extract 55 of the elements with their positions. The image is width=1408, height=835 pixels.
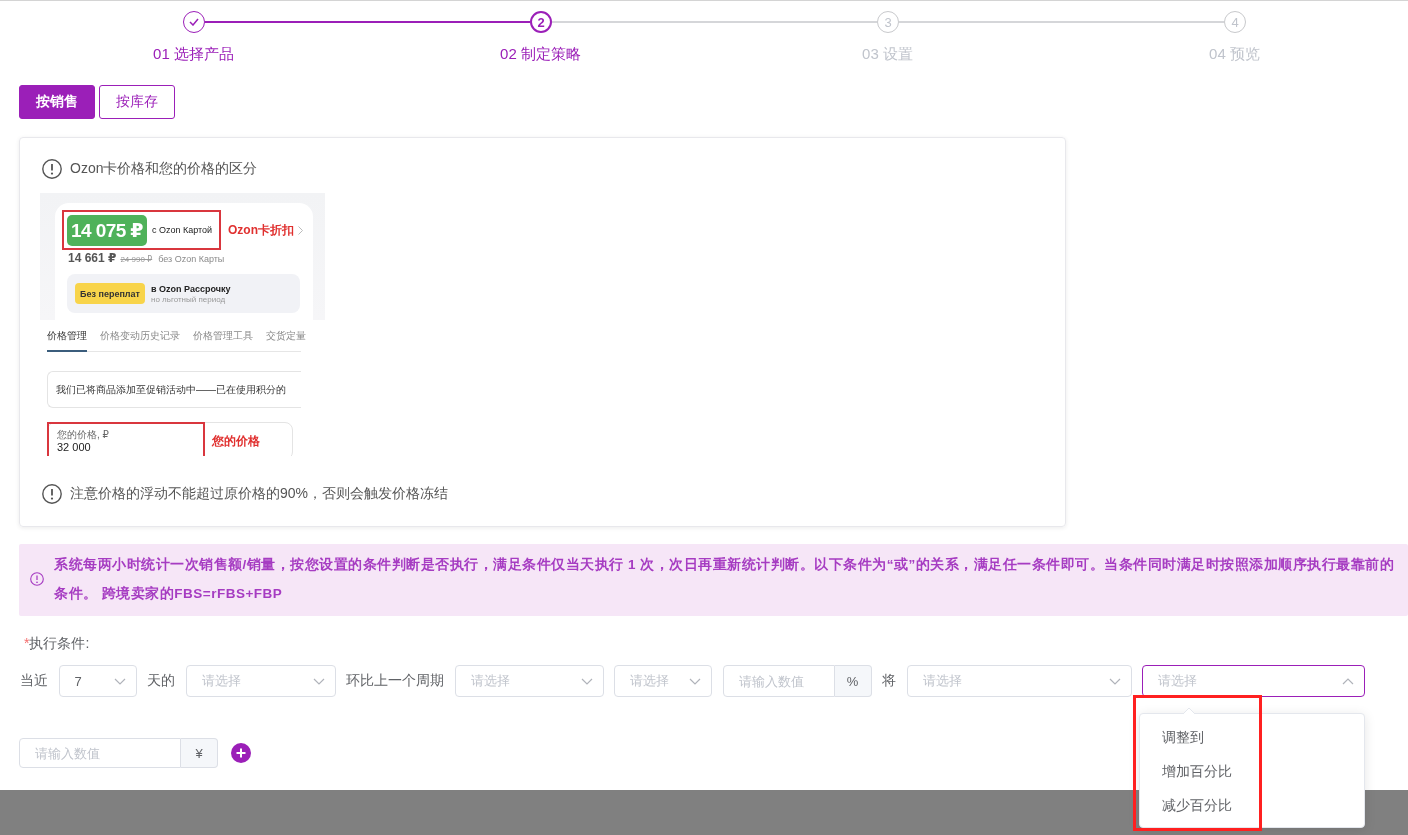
installment-subtitle: но льготный период xyxy=(151,294,227,304)
chevron-right-icon xyxy=(298,225,303,235)
dropdown-option[interactable]: 减少百分比 xyxy=(1140,788,1364,822)
step-circle: 2 xyxy=(530,11,552,33)
tab-label: 价格管理 xyxy=(47,320,87,352)
annotation-text: 您的价格 xyxy=(212,432,260,450)
unit-addon: ¥ xyxy=(181,738,218,768)
number-input[interactable]: 请输入数值 xyxy=(722,665,835,697)
notice-text: 我们已将商品添加至促销活动中——已在使用积分的 xyxy=(47,371,301,408)
condition-text: 天的 xyxy=(147,672,175,690)
warning-text: 注意价格的浮动不能超过原价格的90%，否则会触发价格冻结 xyxy=(70,485,449,503)
price-field-value: 32 000 xyxy=(57,440,92,454)
strategy-tab[interactable]: 按销售 xyxy=(19,85,95,119)
condition-text: 将 xyxy=(882,672,896,690)
card-price-caption: с Ozon Картой xyxy=(152,225,213,235)
guide-title: Ozon卡价格和您的价格的区分 xyxy=(70,160,258,178)
number-input[interactable]: 请输入数值 xyxy=(19,738,181,768)
info-icon xyxy=(42,484,62,504)
installment-title: в Ozon Рассрочку xyxy=(151,283,231,294)
regular-price: 14 661 ₽ xyxy=(68,251,117,265)
step-label: 04 预览 xyxy=(1209,45,1260,63)
dropdown-option[interactable]: 增加百分比 xyxy=(1140,754,1364,788)
step-label: 02 制定策略 xyxy=(500,45,581,63)
chevron-icon xyxy=(580,677,593,685)
condition-text: 环比上一个周期 xyxy=(346,672,444,690)
tab-label: 价格变动历史记录 xyxy=(100,328,180,343)
chevron-icon xyxy=(113,677,126,685)
chevron-icon xyxy=(1342,677,1354,685)
unit-addon: % xyxy=(834,665,872,697)
info-icon xyxy=(30,572,44,586)
chevron-icon xyxy=(689,677,701,685)
condition-text: 当近 xyxy=(20,672,48,690)
check-icon xyxy=(189,18,199,26)
regular-price-caption: без Ozon Карты xyxy=(158,254,225,264)
annotation-text: Ozon卡折扣 xyxy=(228,221,294,239)
tab-label: 交货定量 xyxy=(266,328,306,343)
old-price: 24 990 ₽ xyxy=(120,255,153,264)
notice-text: 系统每两小时统计一次销售额/销量，按您设置的条件判断是否执行，满足条件仅当天执行 1 次，次日再重新统计判断。以下条件为“或”的关系，满足任一条件即可。当条件同时满足时按照添加顺序执行最靠前的条件。 跨境卖家的FBS=rFBS+FBP xyxy=(54,556,1396,603)
price-field-label: 您的价格, ₽ xyxy=(57,428,110,441)
step-circle: 4 xyxy=(1224,11,1246,33)
dropdown-select[interactable]: 7 xyxy=(58,665,137,697)
dropdown-option[interactable]: 调整到 xyxy=(1140,720,1364,754)
tab-label: 价格管理工具 xyxy=(193,328,253,343)
step-circle: 3 xyxy=(877,11,899,33)
strategy-tab[interactable]: 按库存 xyxy=(99,85,175,119)
installment-badge: Без переплат xyxy=(75,283,145,304)
field-label: 执行条件: xyxy=(29,635,90,651)
info-icon xyxy=(42,159,62,179)
step-label: 01 选择产品 xyxy=(153,45,234,63)
required-mark: * xyxy=(24,635,30,651)
step-label: 03 设置 xyxy=(862,45,913,63)
add-icon[interactable] xyxy=(231,743,251,763)
card-price-badge: 14 075 ₽ xyxy=(67,214,147,246)
chevron-icon xyxy=(1108,677,1121,685)
chevron-icon xyxy=(312,677,325,685)
